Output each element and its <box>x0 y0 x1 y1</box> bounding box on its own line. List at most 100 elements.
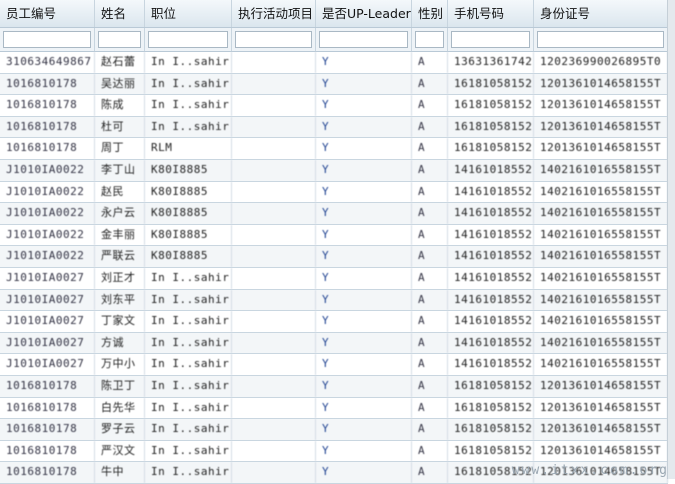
filter-input-id-card[interactable] <box>537 31 664 48</box>
table-row[interactable]: J1010IA0022 永户云 K80I8885 Y A 14161018552 14021… <box>0 203 668 225</box>
table-row[interactable]: J1010IA0027 万中小 In I..sahir Y A 14161018552 14… <box>0 354 668 376</box>
cell-position: In I..sahir <box>145 397 232 419</box>
cell-gender: A <box>412 246 448 267</box>
column-header-name[interactable]: 姓名 <box>95 0 145 27</box>
grid-body: 310634649867 赵石蕾 In I..sahir Y A 13631361742 1… <box>0 52 668 484</box>
cell-name: 金丰丽 <box>95 224 145 246</box>
table-row[interactable]: 1016810178 吴达丽 In I..sahir Y A 16181058152 120… <box>0 73 668 96</box>
cell-employee-id: 1016810178 <box>0 375 95 397</box>
cell-position: In I..sahir <box>145 95 232 116</box>
cell-up-leader: Y <box>316 289 412 311</box>
filter-cell-id-card <box>534 28 668 51</box>
table-row[interactable]: 1016810178 陈成 In I..sahir Y A 16181058152 1201… <box>0 95 668 117</box>
filter-input-gender[interactable] <box>415 31 444 48</box>
table-row[interactable]: 310634649867 赵石蕾 In I..sahir Y A 13631361742 1… <box>0 52 668 74</box>
filter-cell-up-leader <box>316 28 412 51</box>
table-row[interactable]: 1016810178 杜可 In I..sahir Y A 16181058152 1201… <box>0 116 668 139</box>
cell-activity-project <box>232 52 316 73</box>
table-row[interactable]: J1010IA0027 方诚 In I..sahir Y A 14161018552 140… <box>0 332 668 355</box>
table-row[interactable]: 1016810178 周丁 RLM Y A 16181058152 120136101465… <box>0 138 668 160</box>
cell-activity-project <box>232 181 316 203</box>
cell-id-card: 1201361014658155T <box>534 375 668 397</box>
cell-phone: 16181058152 <box>448 397 534 419</box>
cell-phone: 14161018552 <box>448 203 534 224</box>
table-row[interactable]: J1010IA0022 李丁山 K80I8885 Y A 14161018552 14021… <box>0 159 668 182</box>
cell-name: 刘正才 <box>95 267 145 289</box>
cell-position: In I..sahir <box>145 311 232 332</box>
cell-gender: A <box>412 440 448 462</box>
cell-position: In I..sahir <box>145 52 232 73</box>
column-header-up-leader[interactable]: 是否UP-Leader <box>316 0 412 27</box>
cell-activity-project <box>232 138 316 159</box>
cell-phone: 14161018552 <box>448 246 534 267</box>
cell-position: In I..sahir <box>145 375 232 397</box>
table-row[interactable]: J1010IA0022 赵民 K80I8885 Y A 14161018552 140216… <box>0 181 668 204</box>
cell-up-leader: Y <box>316 354 412 375</box>
watermark: www.itxx.com.org <box>511 463 669 478</box>
cell-employee-id: 1016810178 <box>0 95 95 116</box>
table-row[interactable]: 1016810178 白先华 In I..sahir Y A 16181058152 120… <box>0 397 668 420</box>
cell-gender: A <box>412 224 448 246</box>
cell-employee-id: J1010IA0022 <box>0 203 95 224</box>
table-row[interactable]: J1010IA0022 金丰丽 K80I8885 Y A 14161018552 14021… <box>0 224 668 247</box>
column-header-position[interactable]: 职位 <box>145 0 232 27</box>
table-row[interactable]: 1016810178 陈卫丁 In I..sahir Y A 16181058152 120… <box>0 375 668 398</box>
cell-name: 永户云 <box>95 203 145 224</box>
column-header-phone[interactable]: 手机号码 <box>448 0 534 27</box>
cell-position: In I..sahir <box>145 354 232 375</box>
table-row[interactable]: J1010IA0022 严联云 K80I8885 Y A 14161018552 14021… <box>0 246 668 268</box>
cell-up-leader: Y <box>316 116 412 138</box>
filter-input-name[interactable] <box>98 31 141 48</box>
table-row[interactable]: J1010IA0027 刘正才 In I..sahir Y A 14161018552 14… <box>0 267 668 290</box>
column-header-employee-id[interactable]: 员工编号 <box>0 0 95 27</box>
cell-up-leader: Y <box>316 267 412 289</box>
table-row[interactable]: 1016810178 罗子云 In I..sahir Y A 16181058152 120… <box>0 419 668 441</box>
filter-cell-name <box>95 28 145 51</box>
filter-input-phone[interactable] <box>451 31 530 48</box>
column-header-gender[interactable]: 性别 <box>412 0 448 27</box>
filter-input-up-leader[interactable] <box>319 31 408 48</box>
data-grid: 员工编号 姓名 职位 执行活动项目 是否UP-Leader 性别 手机号码 身份证号 3106… <box>0 0 668 484</box>
column-header-activity-project[interactable]: 执行活动项目 <box>232 0 316 27</box>
filter-input-employee-id[interactable] <box>3 31 91 48</box>
cell-employee-id: 1016810178 <box>0 397 95 419</box>
cell-id-card: 1402161016558155T <box>534 224 668 246</box>
cell-id-card: 1201361014658155T <box>534 419 668 440</box>
cell-name: 严联云 <box>95 246 145 267</box>
cell-position: In I..sahir <box>145 116 232 138</box>
cell-activity-project <box>232 246 316 267</box>
cell-employee-id: 1016810178 <box>0 440 95 462</box>
cell-id-card: 1201361014658155T <box>534 397 668 419</box>
cell-gender: A <box>412 95 448 116</box>
cell-phone: 14161018552 <box>448 267 534 289</box>
filter-input-activity-project[interactable] <box>235 31 312 48</box>
cell-up-leader: Y <box>316 73 412 95</box>
cell-name: 赵石蕾 <box>95 52 145 73</box>
cell-position: In I..sahir <box>145 419 232 440</box>
cell-gender: A <box>412 397 448 419</box>
cell-position: K80I8885 <box>145 246 232 267</box>
cell-gender: A <box>412 159 448 181</box>
cell-name: 丁家文 <box>95 311 145 332</box>
cell-name: 周丁 <box>95 138 145 159</box>
cell-activity-project <box>232 159 316 181</box>
cell-id-card: 1201361014658155T <box>534 73 668 95</box>
cell-gender: A <box>412 267 448 289</box>
cell-activity-project <box>232 440 316 462</box>
cell-name: 李丁山 <box>95 159 145 181</box>
cell-id-card: 1402161016558155T <box>534 246 668 267</box>
vertical-scrollbar[interactable] <box>667 0 675 479</box>
cell-position: In I..sahir <box>145 267 232 289</box>
cell-position: K80I8885 <box>145 224 232 246</box>
cell-employee-id: 1016810178 <box>0 462 95 483</box>
cell-activity-project <box>232 203 316 224</box>
cell-phone: 16181058152 <box>448 375 534 397</box>
column-header-id-card[interactable]: 身份证号 <box>534 0 668 27</box>
filter-input-position[interactable] <box>148 31 228 48</box>
cell-up-leader: Y <box>316 332 412 354</box>
cell-employee-id: J1010IA0027 <box>0 332 95 354</box>
table-row[interactable]: 1016810178 严汉文 In I..sahir Y A 16181058152 120… <box>0 440 668 463</box>
table-row[interactable]: J1010IA0027 丁家文 In I..sahir Y A 14161018552 14… <box>0 311 668 333</box>
cell-up-leader: Y <box>316 203 412 224</box>
table-row[interactable]: J1010IA0027 刘东平 In I..sahir Y A 14161018552 14… <box>0 289 668 312</box>
